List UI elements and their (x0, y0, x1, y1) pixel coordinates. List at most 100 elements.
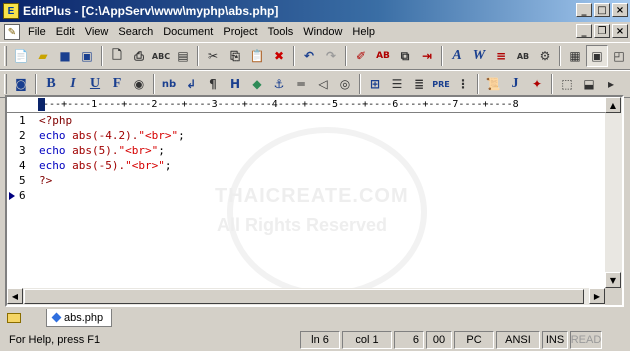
table-icon[interactable]: ⊞ (364, 73, 386, 95)
menu-search[interactable]: Search (113, 24, 158, 40)
close-button[interactable]: × (612, 3, 628, 17)
preview-icon[interactable]: ◙ (10, 73, 32, 95)
browser-icon[interactable]: ◰ (608, 45, 630, 67)
status-code: 00 (426, 331, 452, 349)
code-line[interactable]: echo abs(5)."<br>"; (39, 144, 605, 159)
status-insert-mode: INS (542, 331, 568, 349)
duplicate-icon[interactable]: ⧉ (394, 45, 416, 67)
new-file-icon[interactable]: 📄 (10, 45, 32, 67)
scroll-up-button[interactable]: ▲ (605, 97, 621, 113)
menu-window[interactable]: Window (298, 24, 347, 40)
tab-abs-php[interactable]: abs.php (46, 309, 113, 327)
line-break-icon[interactable]: ↲ (180, 73, 202, 95)
status-line: ln 6 (300, 331, 340, 349)
color-icon[interactable]: ◉ (128, 73, 150, 95)
print-preview-icon[interactable]: 🗋 (106, 45, 128, 67)
horizontal-scroll-thumb[interactable] (24, 289, 584, 304)
code-token: ; (158, 144, 165, 157)
replace-icon[interactable]: AB (372, 45, 394, 67)
template-icon[interactable]: ▤ (172, 45, 194, 67)
print-icon[interactable]: ⎙ (128, 45, 150, 67)
paragraph-icon[interactable]: ¶ (202, 73, 224, 95)
undo-icon[interactable]: ↶ (298, 45, 320, 67)
vertical-scrollbar[interactable]: ▲ ▼ (605, 97, 622, 288)
save-icon[interactable]: ■ (54, 45, 76, 67)
heading-icon[interactable]: H (224, 73, 246, 95)
word-wrap-icon[interactable]: W (468, 45, 490, 67)
delete-icon[interactable]: ✖ (268, 45, 290, 67)
horizontal-scrollbar[interactable]: ◀ ▶ (7, 288, 605, 305)
font-button[interactable]: F (106, 73, 128, 95)
javascript-button[interactable]: J (504, 73, 526, 95)
font-icon[interactable]: A (446, 45, 468, 67)
doc-restore-button[interactable]: ❐ (594, 24, 610, 38)
list-icon[interactable]: ⋮ (452, 73, 474, 95)
redo-icon[interactable]: ↷ (320, 45, 342, 67)
line-number: 1 (19, 114, 26, 127)
menu-edit[interactable]: Edit (51, 24, 80, 40)
plugin-icon[interactable]: ✦ (526, 73, 548, 95)
document-icon[interactable]: ✎ (4, 24, 20, 40)
code-line[interactable]: echo abs(-5)."<br>"; (39, 159, 605, 174)
save-all-icon[interactable]: ▣ (76, 45, 98, 67)
toolbar-grip[interactable] (4, 46, 7, 66)
highlight-icon[interactable]: ✐ (350, 45, 372, 67)
align-icon[interactable]: ≣ (408, 73, 430, 95)
line-number: 6 (7, 189, 37, 204)
scroll-left-button[interactable]: ◀ (7, 288, 23, 304)
tab-label: abs.php (64, 311, 104, 324)
menu-help[interactable]: Help (347, 24, 380, 40)
code-area[interactable]: <?php echo abs(-4.2)."<br>"; echo abs(5)."… (39, 114, 605, 288)
copy-icon[interactable]: ⎘ (224, 45, 246, 67)
cut-icon[interactable]: ✂ (202, 45, 224, 67)
code-token: echo (39, 159, 73, 172)
folder-icon[interactable] (4, 309, 24, 327)
pre-button[interactable]: PRE (430, 73, 452, 95)
frame-icon[interactable]: ⬚ (556, 73, 578, 95)
code-line[interactable]: ?> (39, 174, 605, 189)
goto-icon[interactable]: ⇥ (416, 45, 438, 67)
hr-icon[interactable]: ═ (290, 73, 312, 95)
abc-column-icon[interactable]: AB (512, 45, 534, 67)
settings-icon[interactable]: ⚙ (534, 45, 556, 67)
menu-document[interactable]: Document (158, 24, 218, 40)
code-line[interactable]: <?php (39, 114, 605, 129)
menu-file[interactable]: File (23, 24, 51, 40)
underline-button[interactable]: U (84, 73, 106, 95)
paste-icon[interactable]: 📋 (246, 45, 268, 67)
form-icon[interactable]: ⬓ (578, 73, 600, 95)
minimize-button[interactable]: _ (576, 3, 592, 17)
line-number: 2 (19, 129, 26, 142)
status-encoding: ANSI (496, 331, 540, 349)
target-icon[interactable]: ◎ (334, 73, 356, 95)
line-number-icon[interactable]: ≡ (490, 45, 512, 67)
more-icon[interactable]: ▸ (600, 73, 622, 95)
italic-button[interactable]: I (62, 73, 84, 95)
menu-view[interactable]: View (80, 24, 114, 40)
code-token: ; (178, 129, 185, 142)
center-icon[interactable]: ☰ (386, 73, 408, 95)
script-icon[interactable]: 📜 (482, 73, 504, 95)
nbsp-button[interactable]: nb (158, 73, 180, 95)
scroll-right-button[interactable]: ▶ (589, 288, 605, 304)
code-token: echo (39, 129, 73, 142)
code-line[interactable]: echo abs(-4.2)."<br>"; (39, 129, 605, 144)
maximize-button[interactable]: □ (594, 3, 610, 17)
menu-project[interactable]: Project (218, 24, 262, 40)
code-line[interactable] (39, 189, 605, 204)
bold-button[interactable]: B (40, 73, 62, 95)
view-icon[interactable]: ▦ (564, 45, 586, 67)
editor-pane[interactable]: ----+----1----+----2----+----3----+----4… (5, 95, 624, 307)
anchor-icon[interactable]: ⚓ (268, 73, 290, 95)
image-icon[interactable]: ◆ (246, 73, 268, 95)
toolbar-grip-2[interactable] (4, 74, 7, 94)
screen-icon[interactable]: ▣ (586, 45, 608, 67)
doc-minimize-button[interactable]: _ (576, 24, 592, 38)
doc-close-button[interactable]: × (612, 24, 628, 38)
menu-tools[interactable]: Tools (263, 24, 299, 40)
comment-icon[interactable]: ◁ (312, 73, 334, 95)
open-file-icon[interactable]: ▰ (32, 45, 54, 67)
spell-check-icon[interactable]: ABC (150, 45, 172, 67)
status-column: col 1 (342, 331, 392, 349)
scroll-down-button[interactable]: ▼ (605, 272, 621, 288)
